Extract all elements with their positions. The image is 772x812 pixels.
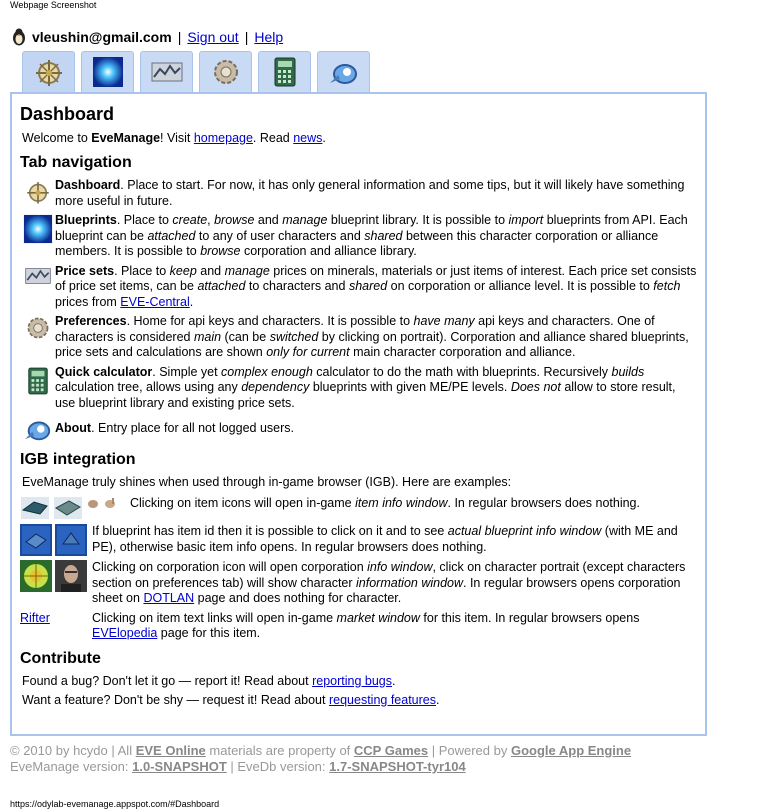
character-portrait-icon[interactable] <box>55 560 87 592</box>
tabnav-quick-calculator: Quick calculator. Simple yet complex eno… <box>20 365 697 412</box>
user-bar: vleushin@gmail.com | Sign out | Help <box>12 28 283 46</box>
tabnav-price-sets: Price sets. Place to keep and manage pri… <box>20 264 697 311</box>
evemanage-version-link[interactable]: 1.0-SNAPSHOT <box>132 759 227 774</box>
requesting-features-link[interactable]: requesting features <box>329 693 436 707</box>
separator: | <box>244 29 249 45</box>
user-email: vleushin@gmail.com <box>32 29 172 45</box>
igb-item-icons-row: Clicking on item icons will open in-game… <box>20 496 697 520</box>
ccp-games-link[interactable]: CCP Games <box>354 743 428 758</box>
blueprint-glow-icon <box>23 214 53 244</box>
section-title-contribute: Contribute <box>20 649 101 667</box>
tab-preferences[interactable] <box>199 51 252 92</box>
tab-about[interactable] <box>317 51 370 92</box>
evedb-version-link[interactable]: 1.7-SNAPSHOT-tyr104 <box>329 759 466 774</box>
welcome-text: Welcome to EveManage! Visit homepage. Re… <box>22 131 326 145</box>
calculator-icon <box>272 56 298 88</box>
section-title-igb-integration: IGB integration <box>20 451 136 468</box>
material-item-icon[interactable] <box>103 496 117 510</box>
preferences-gear-icon <box>25 315 51 341</box>
tab-bar <box>22 51 370 92</box>
tabnav-preferences: Preferences. Home for api keys and chara… <box>20 314 697 361</box>
reporting-bugs-link[interactable]: reporting bugs <box>312 674 392 688</box>
dashboard-panel: Dashboard Welcome to EveManage! Visit ho… <box>10 92 707 736</box>
request-feature-text: Want a feature? Don't be shy — request i… <box>22 692 440 707</box>
sign-out-link[interactable]: Sign out <box>187 29 238 45</box>
igb-blueprint-row: If blueprint has item id then it is poss… <box>20 524 697 556</box>
preferences-gear-icon <box>211 57 241 87</box>
page-footer: © 2010 by hcydo | All EVE Online materia… <box>10 743 631 775</box>
tabnav-about: About. Entry place for all not logged us… <box>20 415 697 443</box>
rifter-item-link[interactable]: Rifter <box>20 611 50 627</box>
igb-intro: EveManage truly shines when used through… <box>22 475 512 489</box>
ship-item-icon[interactable] <box>20 496 50 520</box>
status-bar-url: https://odylab-evemanage.appspot.com/#Da… <box>10 799 220 809</box>
tab-blueprints[interactable] <box>81 51 134 92</box>
eve-online-link[interactable]: EVE Online <box>136 743 206 758</box>
screenshot-caption: Webpage Screenshot <box>10 0 97 10</box>
report-bug-text: Found a bug? Don't let it go — report it… <box>22 673 396 688</box>
price-chart-icon <box>24 265 52 287</box>
calculator-icon <box>26 366 50 396</box>
help-link[interactable]: Help <box>254 29 283 45</box>
separator: | <box>177 29 182 45</box>
about-satellite-icon <box>23 415 53 443</box>
blueprint-glow-icon <box>92 56 124 88</box>
corporation-logo-icon[interactable] <box>20 560 52 592</box>
section-title-tab-navigation: Tab navigation <box>20 154 132 171</box>
news-link[interactable]: news <box>293 131 322 145</box>
dashboard-compass-icon <box>32 57 66 87</box>
module-item-icon[interactable] <box>53 496 83 520</box>
footer-versions: EveManage version: 1.0-SNAPSHOT | EveDb … <box>10 759 466 774</box>
tab-dashboard[interactable] <box>22 51 75 92</box>
igb-corporation-row: Clicking on corporation icon will open c… <box>20 560 697 607</box>
tab-price-sets[interactable] <box>140 51 193 92</box>
user-avatar-icon <box>12 28 26 46</box>
price-chart-icon <box>150 59 184 85</box>
tabnav-dashboard: Dashboard. Place to start. For now, it h… <box>20 178 697 209</box>
footer-copyright: © 2010 by hcydo | All EVE Online materia… <box>10 743 632 758</box>
blueprint-item-icon[interactable] <box>20 524 52 556</box>
igb-text-link-row: Rifter Clicking on item text links will … <box>20 610 640 641</box>
eve-central-link[interactable]: EVE-Central <box>120 295 189 309</box>
about-satellite-icon <box>328 57 360 87</box>
homepage-link[interactable]: homepage <box>194 131 253 145</box>
blueprint-item-icon[interactable] <box>55 524 87 556</box>
dashboard-compass-icon <box>24 179 52 205</box>
tabnav-blueprints: Blueprints. Place to create, browse and … <box>20 213 697 260</box>
dotlan-link[interactable]: DOTLAN <box>143 591 194 605</box>
google-app-engine-link[interactable]: Google App Engine <box>511 743 631 758</box>
mineral-item-icon[interactable] <box>86 496 100 510</box>
tab-quick-calculator[interactable] <box>258 51 311 92</box>
page-title: Dashboard <box>20 104 115 124</box>
evelopedia-link[interactable]: EVElopedia <box>92 626 157 640</box>
